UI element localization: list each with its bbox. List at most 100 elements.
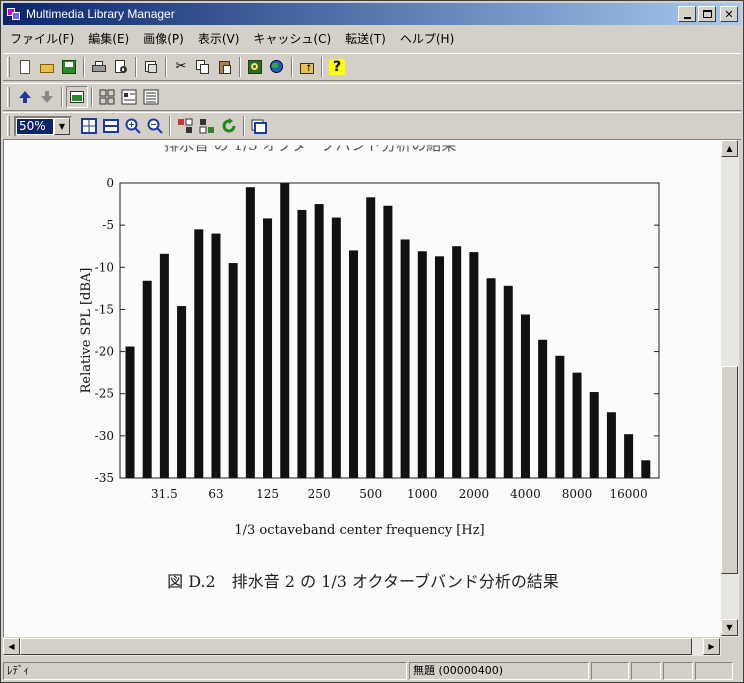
horizontal-scrollbar[interactable]: ◀ ▶ (3, 638, 721, 656)
fit-width-button[interactable] (100, 115, 122, 137)
zoom-out-button[interactable] (144, 115, 166, 137)
image-view-icon (69, 89, 85, 105)
previous-button[interactable] (14, 86, 36, 108)
y-tick-label: -20 (95, 345, 114, 359)
open-button[interactable] (36, 56, 58, 78)
bar (125, 346, 135, 478)
toolbar-grip[interactable] (7, 57, 10, 77)
details-view-icon (143, 89, 159, 105)
bar (331, 217, 341, 479)
status-message: ﾚﾃﾞｨ (3, 662, 407, 680)
save-button[interactable] (58, 56, 80, 78)
zoom-in-button[interactable] (122, 115, 144, 137)
bar (538, 339, 548, 478)
fit-window-icon (81, 118, 97, 134)
vertical-scrollbar[interactable]: ▲ ▼ (721, 140, 739, 637)
toolbar-separator (291, 57, 293, 77)
refresh-icon (221, 118, 237, 134)
window-title: Multimedia Library Manager (26, 7, 175, 21)
minimize-icon (683, 16, 691, 19)
full-screen-icon (251, 118, 267, 134)
bar (280, 183, 290, 478)
toolbar-separator (91, 87, 93, 107)
toolbar-zoom: 50% ▼ (3, 112, 741, 140)
menu-image[interactable]: 画像(P) (136, 30, 191, 47)
web-search-button[interactable] (266, 56, 288, 78)
next-button[interactable] (36, 86, 58, 108)
x-tick-label: 500 (359, 487, 382, 501)
toolbar-grip[interactable] (7, 116, 10, 136)
scroll-down-button[interactable]: ▼ (721, 619, 738, 636)
cut-button[interactable]: ✂ (170, 56, 192, 78)
scroll-right-button[interactable]: ▶ (703, 638, 720, 655)
rotate-left-button[interactable] (174, 115, 196, 137)
vertical-scroll-thumb[interactable] (721, 366, 738, 574)
app-window: Multimedia Library Manager ✕ ファイル(F) 編集(… (0, 0, 744, 683)
rotate-left-icon (177, 118, 193, 134)
print-preview-icon (113, 59, 129, 75)
x-axis-label: 1/3 octaveband center frequency [Hz] (234, 523, 484, 538)
bar (177, 306, 187, 478)
bar (452, 246, 462, 478)
copy-button[interactable] (192, 56, 214, 78)
menu-help[interactable]: ヘルプ(H) (393, 30, 461, 47)
bar (503, 285, 513, 478)
triangle-down-icon: ▼ (726, 623, 733, 632)
print-preview-button[interactable] (110, 56, 132, 78)
arrow-up-icon (17, 89, 33, 105)
image-viewer[interactable]: 排水音 の 1/3 オクターブバンド分析の結果 0 -5 -10 -15 -20 -25-… (3, 140, 721, 637)
rotate-right-button[interactable] (196, 115, 218, 137)
toolbar-grip[interactable] (7, 87, 10, 107)
menu-cache[interactable]: キャッシュ(C) (246, 30, 338, 47)
x-tick-label: 250 (308, 487, 331, 501)
bar (228, 263, 238, 478)
scroll-corner (721, 638, 739, 656)
zoom-select[interactable]: 50% ▼ (14, 115, 72, 137)
app-icon (6, 6, 22, 22)
menu-transfer[interactable]: 転送(T) (338, 30, 393, 47)
find-button[interactable] (244, 56, 266, 78)
x-tick-label: 16000 (610, 487, 648, 501)
open-folder-icon (39, 59, 55, 75)
image-view-button[interactable] (66, 86, 88, 108)
full-screen-button[interactable] (248, 115, 270, 137)
x-tick-label: 1000 (407, 487, 438, 501)
find-image-icon (247, 59, 263, 75)
toolbar-navigation (3, 83, 741, 111)
menu-file[interactable]: ファイル(F) (3, 30, 81, 47)
thumbnails-icon (99, 89, 115, 105)
title-bar[interactable]: Multimedia Library Manager ✕ (3, 3, 741, 25)
details-view-button[interactable] (140, 86, 162, 108)
zoom-dropdown-button[interactable]: ▼ (54, 117, 70, 135)
close-button[interactable]: ✕ (720, 6, 738, 22)
paste-button[interactable] (214, 56, 236, 78)
minimize-button[interactable] (678, 6, 696, 22)
bar (297, 209, 307, 478)
triangle-right-icon: ▶ (708, 642, 715, 651)
maximize-button[interactable] (698, 6, 716, 22)
thumbnail-view-button[interactable] (96, 86, 118, 108)
bar (434, 256, 444, 478)
menu-edit[interactable]: 編集(E) (81, 30, 136, 47)
toolbar-separator (169, 116, 171, 136)
list-view-icon (121, 89, 137, 105)
list-view-button[interactable] (118, 86, 140, 108)
bar (641, 460, 651, 478)
horizontal-scroll-thumb[interactable] (20, 638, 692, 655)
scroll-up-button[interactable]: ▲ (721, 140, 738, 157)
new-button[interactable] (14, 56, 36, 78)
toolbar-separator (239, 57, 241, 77)
menu-view[interactable]: 表示(V) (191, 30, 247, 47)
bar (245, 187, 255, 478)
scroll-left-button[interactable]: ◀ (3, 638, 20, 655)
bar (589, 392, 599, 478)
fit-window-button[interactable] (78, 115, 100, 137)
help-button[interactable]: ? (326, 56, 348, 78)
print-button[interactable] (88, 56, 110, 78)
zoom-value[interactable]: 50% (17, 118, 53, 134)
up-folder-button[interactable]: ↑ (296, 56, 318, 78)
fit-width-icon (103, 118, 119, 134)
bar (263, 218, 273, 478)
refresh-button[interactable] (218, 115, 240, 137)
properties-button[interactable] (140, 56, 162, 78)
